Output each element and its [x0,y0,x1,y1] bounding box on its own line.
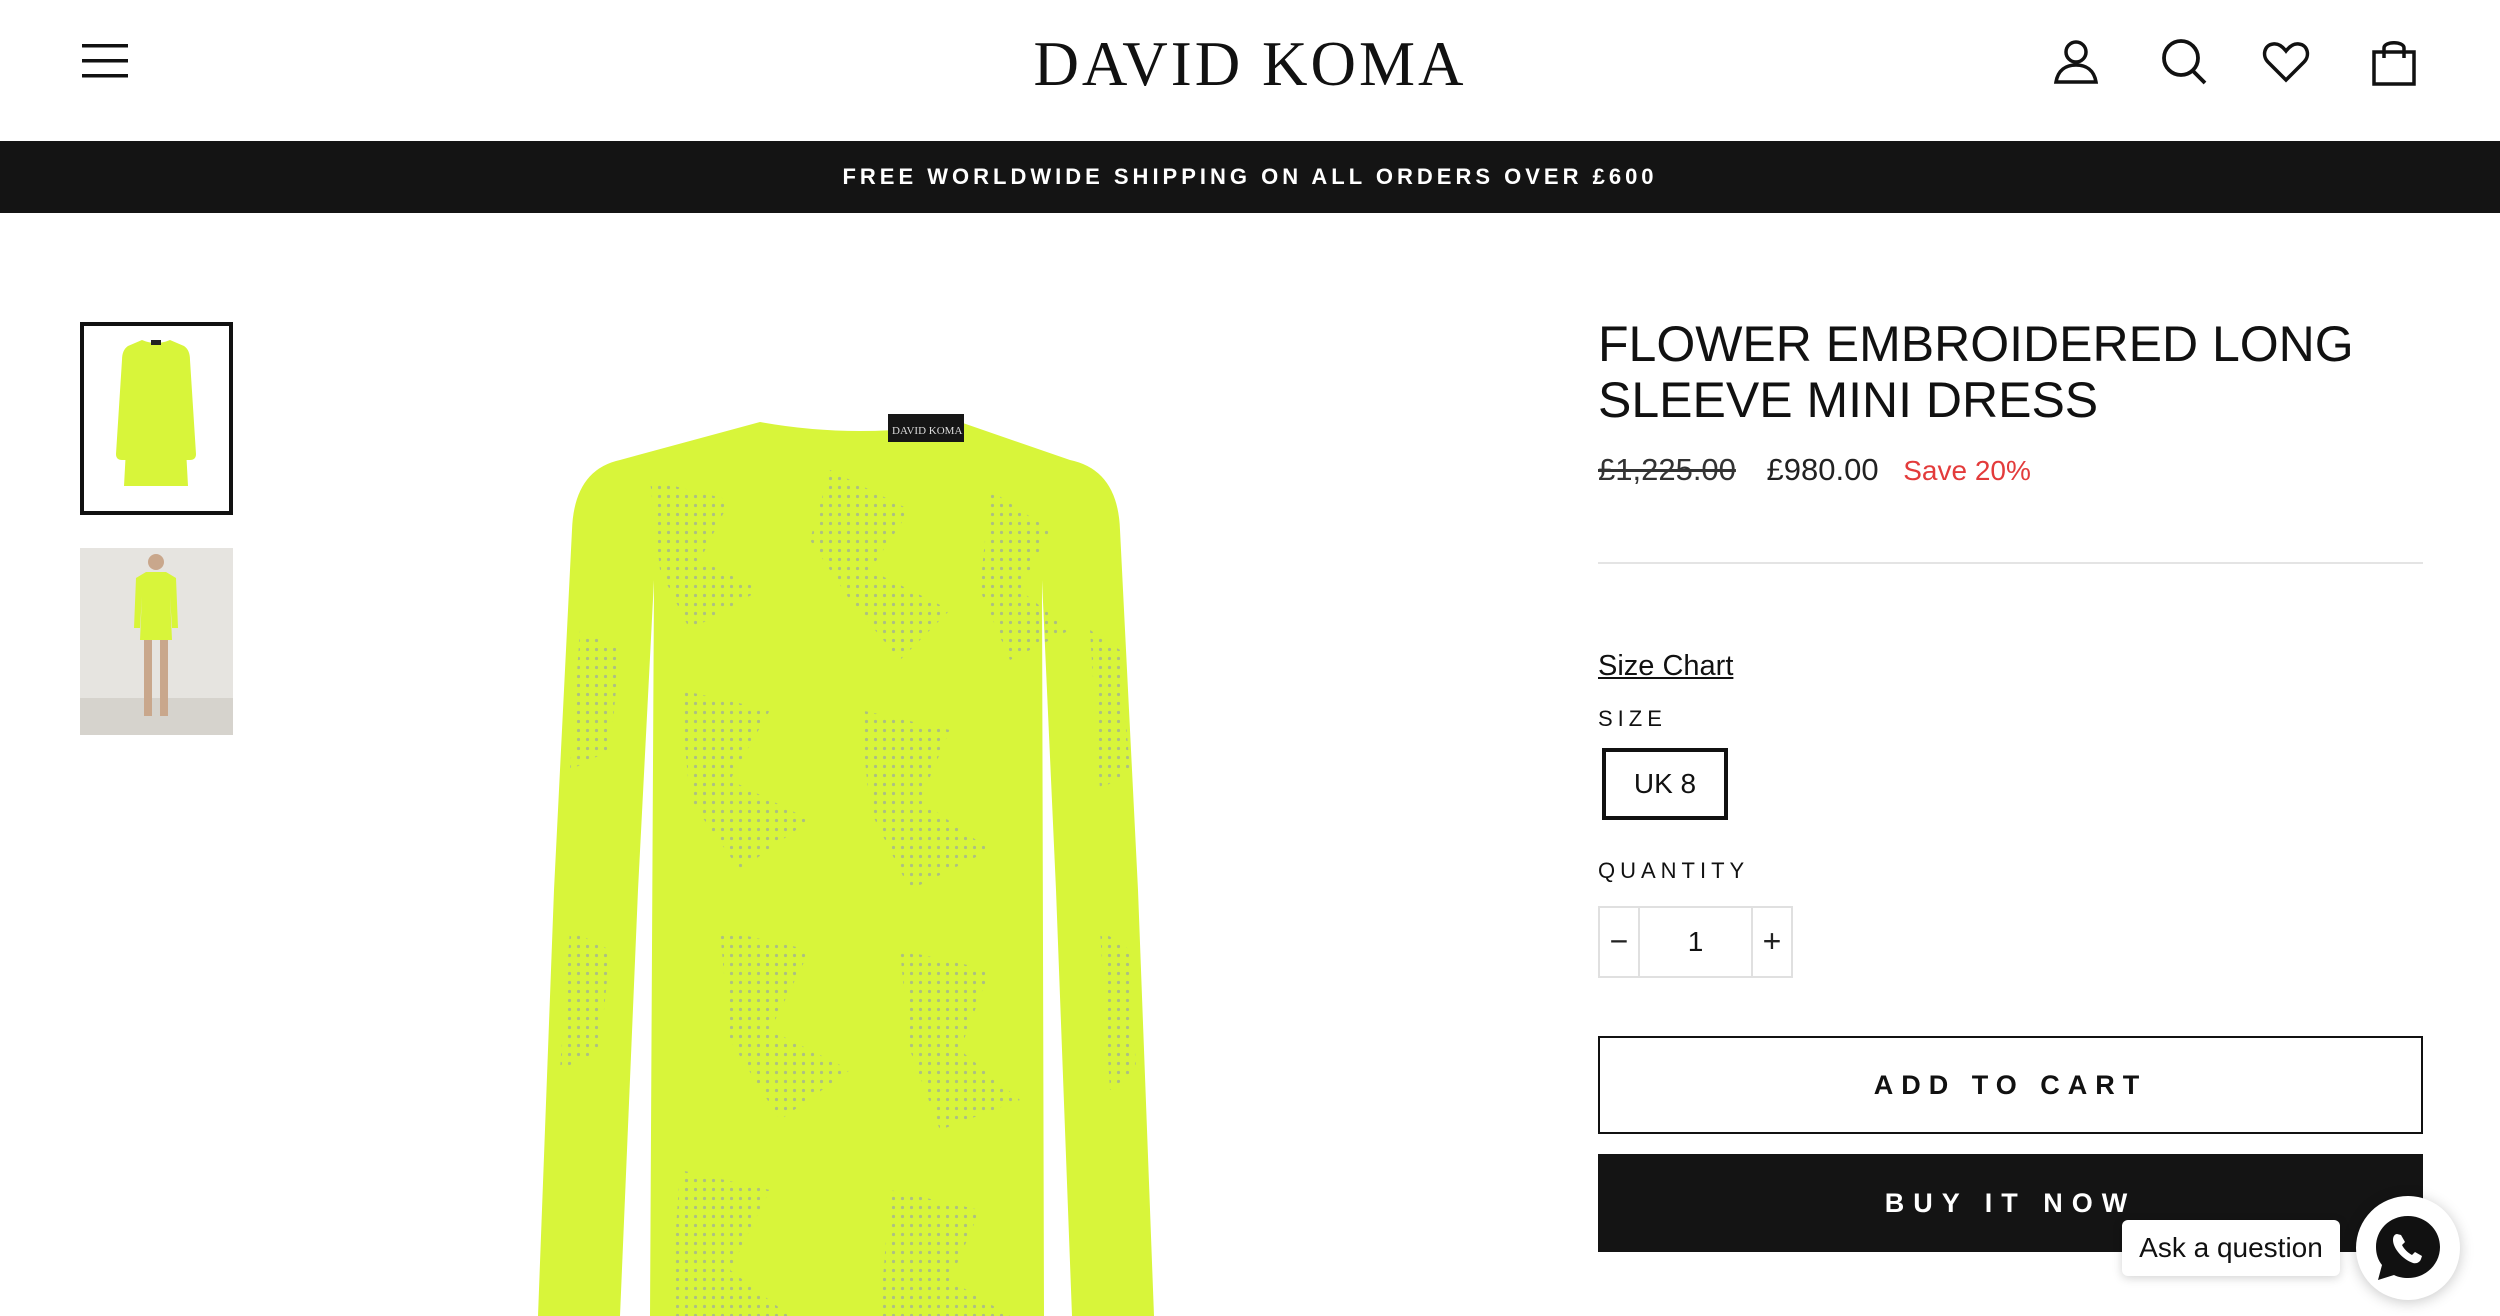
divider [1598,562,2423,564]
whatsapp-chat-button[interactable] [2356,1196,2460,1300]
price-row: £1,225.00 £980.00 Save 20% [1598,452,2031,488]
size-option-uk8[interactable]: UK 8 [1602,748,1728,820]
shipping-banner: FREE WORLDWIDE SHIPPING ON ALL ORDERS OV… [0,141,2500,213]
quantity-stepper: − + [1598,906,1793,978]
account-icon[interactable] [2048,34,2104,90]
shipping-banner-text: FREE WORLDWIDE SHIPPING ON ALL ORDERS OV… [842,164,1658,189]
original-price: £1,225.00 [1598,452,1736,487]
thumbnail-model[interactable] [80,548,233,735]
save-badge: Save 20% [1903,455,2031,486]
size-label: SIZE [1598,706,1667,731]
ask-question-button[interactable]: Ask a question [2122,1220,2340,1276]
quantity-input[interactable] [1638,908,1753,976]
thumbnail-front[interactable] [80,322,233,515]
wishlist-icon[interactable] [2258,34,2314,90]
quantity-increment-button[interactable]: + [1753,908,1791,976]
cart-icon[interactable] [2366,34,2422,90]
size-chart-link[interactable]: Size Chart [1598,650,1733,683]
quantity-label: QUANTITY [1598,858,1750,883]
add-to-cart-button[interactable]: ADD TO CART [1598,1036,2423,1134]
site-header: DAVID KOMA [0,0,2500,141]
site-logo[interactable]: DAVID KOMA [950,28,1550,101]
garment-label-text: DAVID KOMA [892,425,962,437]
product-main-image[interactable]: DAVID KOMA [430,330,1330,1316]
whatsapp-icon [2376,1216,2440,1280]
menu-icon[interactable] [80,38,132,84]
sale-price: £980.00 [1766,452,1879,487]
quantity-decrement-button[interactable]: − [1600,908,1638,976]
product-title: FLOWER EMBROIDERED LONG SLEEVE MINI DRES… [1598,316,2354,428]
search-icon[interactable] [2156,34,2212,90]
